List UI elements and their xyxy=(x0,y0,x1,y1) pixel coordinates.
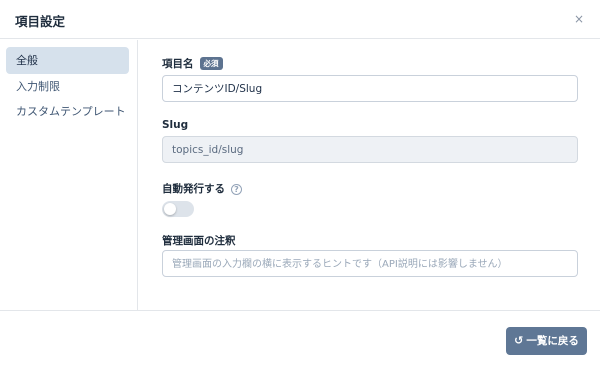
auto-publish-toggle[interactable] xyxy=(162,201,194,217)
settings-sidebar: 全般 入力制限 カスタムテンプレート xyxy=(0,40,138,310)
field-name-label-text: 項目名 xyxy=(162,58,194,70)
dialog-footer: ↺ 一覧に戻る xyxy=(0,310,600,368)
auto-publish-label: 自動発行する? xyxy=(162,181,242,196)
auto-publish-label-text: 自動発行する xyxy=(162,183,225,195)
field-name-input[interactable] xyxy=(162,75,578,102)
slug-label: Slug xyxy=(162,119,189,131)
sidebar-item-general[interactable]: 全般 xyxy=(6,47,129,74)
close-icon[interactable]: × xyxy=(570,10,588,28)
help-icon[interactable]: ? xyxy=(231,184,242,195)
admin-note-input[interactable] xyxy=(162,250,578,277)
field-name-label: 項目名 必須 xyxy=(162,56,223,71)
back-to-list-label: 一覧に戻る xyxy=(526,335,579,347)
admin-note-label: 管理画面の注釈 xyxy=(162,235,236,247)
back-to-list-button[interactable]: ↺ 一覧に戻る xyxy=(506,327,587,355)
dialog-header: 項目設定 × xyxy=(0,0,600,39)
settings-form: 項目名必須 Slug 自動発行する? 管理画面の注釈 xyxy=(139,40,600,310)
undo-icon: ↺ xyxy=(514,334,524,347)
slug-input xyxy=(162,136,578,163)
dialog-title: 項目設定 xyxy=(15,14,66,29)
toggle-knob xyxy=(164,203,176,215)
sidebar-item-input-restrictions[interactable]: 入力制限 xyxy=(6,73,129,100)
sidebar-item-custom-template[interactable]: カスタムテンプレート xyxy=(6,98,129,125)
required-badge: 必須 xyxy=(199,57,223,70)
